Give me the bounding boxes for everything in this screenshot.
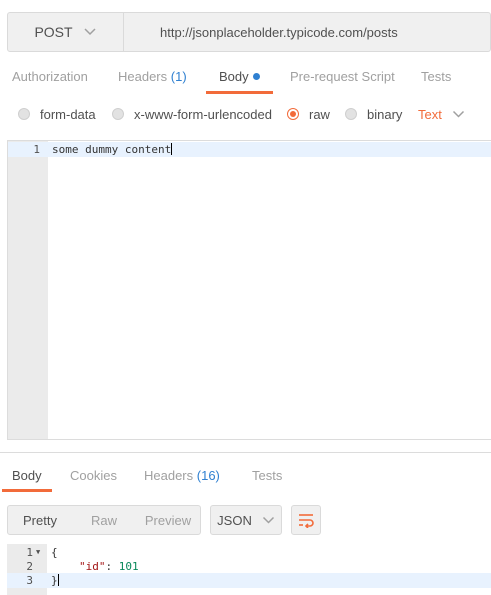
format-select[interactable]: JSON [210,505,282,535]
tab-label: Pre-request Script [290,69,395,84]
format-label: JSON [217,512,252,528]
tab-label: Tests [252,468,283,483]
response-line: 2 "id": 101 [7,559,491,574]
tab-label: Body [219,69,249,84]
response-line: 3 } [7,573,491,588]
raw-button[interactable]: Raw [72,506,136,534]
method-select[interactable]: POST [8,13,124,51]
text-cursor [57,574,59,586]
editor-line: 1 some dummy content [8,142,491,157]
tab-label: Headers [144,468,194,483]
tab-label: Body [12,468,42,483]
chevron-down-icon [84,28,96,36]
json-value: 101 [118,560,139,573]
line-number-gutter [8,141,48,439]
wrap-lines-button[interactable] [291,505,321,535]
response-tab-headers[interactable]: Headers (16) [144,460,220,492]
chevron-down-icon [262,516,274,524]
radio-button[interactable] [112,108,124,120]
tab-prerequest-script[interactable]: Pre-request Script [290,60,395,94]
content-type-select[interactable]: Text [418,98,465,130]
pretty-button[interactable]: Pretty [8,506,72,534]
response-tab-tests[interactable]: Tests [252,460,282,492]
line-number: 2 [26,560,33,573]
radio-binary[interactable]: binary [345,98,402,130]
request-bar: POST http://jsonplaceholder.typicode.com… [7,12,491,52]
line-number: 1 [33,143,40,156]
radio-label: raw [309,106,330,122]
code-text: some dummy content [52,142,173,157]
code-text: { [51,546,58,559]
pane-divider[interactable] [0,452,491,453]
preview-button[interactable]: Preview [136,506,200,534]
modified-dot-icon [252,73,260,80]
radio-raw[interactable]: raw [287,98,330,130]
request-tabs: Authorization Headers (1) Body Pre-reque… [0,60,491,94]
chevron-down-icon [452,110,464,118]
request-body-editor[interactable]: 1 some dummy content [7,140,491,440]
view-mode-group: Pretty Raw Preview [7,505,201,535]
body-type-options: form-data x-www-form-urlencoded raw bina… [0,98,491,130]
line-number: 3 [26,574,33,587]
headers-count: (16) [196,468,220,483]
radio-label: x-www-form-urlencoded [134,106,272,122]
tab-body[interactable]: Body [206,60,273,94]
method-label: POST [34,24,73,40]
headers-count: (1) [170,69,187,84]
tab-label: Tests [421,69,452,84]
response-tab-body[interactable]: Body [2,460,52,492]
content-type-label: Text [418,106,442,122]
body-content: some dummy content [52,143,172,156]
tab-tests[interactable]: Tests [421,60,451,94]
wrap-lines-icon [299,514,314,528]
radio-urlencoded[interactable]: x-www-form-urlencoded [112,98,272,130]
line-number: 1 [26,546,33,559]
code-text: } [51,573,59,588]
radio-button[interactable] [18,108,30,120]
response-line: 1 ▼ { [7,545,491,560]
response-body-viewer[interactable]: 1 ▼ { 2 "id": 101 3 } [7,544,491,595]
radio-label: binary [367,106,403,122]
response-tab-cookies[interactable]: Cookies [70,460,117,492]
response-tabs: Body Cookies Headers (16) Tests [0,460,491,492]
radio-form-data[interactable]: form-data [18,98,96,130]
tab-label: Headers [118,69,168,84]
radio-label: form-data [40,106,96,122]
text-cursor [171,143,173,155]
json-separator: : [105,560,119,573]
url-input[interactable]: http://jsonplaceholder.typicode.com/post… [124,13,490,51]
json-key: "id" [79,560,106,573]
tab-label: Authorization [12,69,88,84]
radio-button-selected[interactable] [287,108,299,120]
closing-brace: } [51,574,58,587]
code-text: "id": 101 [79,559,139,574]
fold-arrow-icon[interactable]: ▼ [36,545,40,560]
tab-headers[interactable]: Headers (1) [118,60,187,94]
tab-label: Cookies [70,468,117,483]
radio-button[interactable] [345,108,357,120]
tab-authorization[interactable]: Authorization [12,60,88,94]
